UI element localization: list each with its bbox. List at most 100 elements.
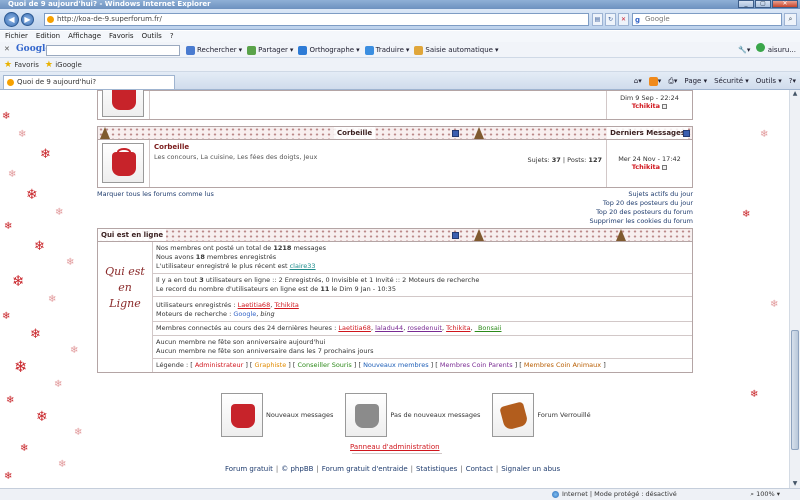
- google-spell-button[interactable]: Orthographe ▾: [298, 42, 360, 58]
- google-autofill-button[interactable]: Saisie automatique ▾: [414, 42, 498, 58]
- refresh-icon[interactable]: ↻: [605, 13, 616, 26]
- stats-text: L'utilisateur enregistré le plus récent …: [156, 262, 290, 270]
- scroll-up-icon[interactable]: ▲: [791, 90, 799, 98]
- no-new-posts-icon: [345, 393, 388, 437]
- goto-post-icon[interactable]: [662, 164, 668, 170]
- lastpost-author[interactable]: Tchikita: [607, 102, 692, 110]
- newest-member-link[interactable]: claire33: [290, 262, 316, 270]
- group-new-members-link[interactable]: Nouveaux membres: [363, 361, 429, 369]
- group-admin-link[interactable]: Administrateur: [195, 361, 243, 369]
- stats-members-line: Nous avons 18 membres enregistrés: [156, 253, 689, 262]
- home-icon[interactable]: ⌂▾: [634, 74, 642, 88]
- google-share-button[interactable]: Partager ▾: [247, 42, 293, 58]
- top-posters-day-link[interactable]: Top 20 des posteurs du jour: [589, 199, 693, 208]
- who-online-bar: Qui est en ligne: [97, 228, 693, 242]
- search-go-icon[interactable]: ⌕: [784, 13, 797, 26]
- menu-file[interactable]: Fichier: [5, 31, 28, 42]
- window-title: Quoi de 9 aujourd'hui? - Windows Interne…: [8, 0, 211, 8]
- user-link[interactable]: Laetitia68: [338, 324, 371, 332]
- print-icon[interactable]: ⎙▾: [668, 74, 677, 88]
- search-input[interactable]: g Google: [632, 13, 782, 26]
- vertical-scrollbar[interactable]: ▲ ▼: [789, 90, 800, 488]
- lastpost-user[interactable]: Tchikita: [632, 163, 660, 171]
- stop-icon[interactable]: ✕: [618, 13, 629, 26]
- user-link[interactable]: laladu44: [375, 324, 403, 332]
- forum-title-link[interactable]: Corbeille: [154, 143, 602, 151]
- birthday-today: Aucun membre ne fête son anniversaire au…: [156, 338, 326, 346]
- security-zone[interactable]: Internet | Mode protégé : désactivé: [552, 489, 677, 500]
- toolbar-close-icon[interactable]: ✕: [4, 45, 10, 53]
- tree-icon: [100, 127, 110, 139]
- tree-icon: [474, 229, 484, 241]
- goto-post-icon[interactable]: [662, 103, 668, 109]
- compat-view-icon[interactable]: ▤: [592, 13, 603, 26]
- menu-favorites[interactable]: Favoris: [109, 31, 134, 42]
- forum-stats-section: Nos membres ont posté un total de 1218 m…: [153, 242, 692, 274]
- user-link[interactable]: rosedenuit: [407, 324, 442, 332]
- menu-view[interactable]: Affichage: [68, 31, 101, 42]
- group-parents-link[interactable]: Membres Coin Parents: [440, 361, 513, 369]
- group-graphiste-link[interactable]: Graphiste: [255, 361, 287, 369]
- user-link[interactable]: _Bonsaii: [475, 324, 502, 332]
- wrench-icon[interactable]: 🔧▾: [738, 42, 750, 58]
- google-search-input[interactable]: [46, 45, 180, 56]
- security-menu[interactable]: Sécurité ▾: [714, 74, 749, 88]
- footer-link[interactable]: Contact: [466, 465, 493, 473]
- mark-all-read-link[interactable]: Marquer tous les forums comme lus: [97, 190, 214, 198]
- minimize-button[interactable]: _: [738, 0, 754, 8]
- menu-help[interactable]: ?: [170, 31, 174, 42]
- user-link[interactable]: Laetitia68: [238, 301, 271, 309]
- rss-icon[interactable]: ▾: [648, 74, 661, 88]
- group-conseiller-link[interactable]: Conseiller Souris: [298, 361, 352, 369]
- delete-cookies-link[interactable]: Supprimer les cookies du forum: [589, 217, 693, 226]
- stats-text: Nos membres ont posté un total de: [156, 244, 274, 252]
- footer-link[interactable]: © phpBB: [281, 465, 313, 473]
- igoogle-link[interactable]: ★ iGoogle: [45, 60, 82, 70]
- google-search-button[interactable]: Rechercher ▾: [186, 42, 242, 58]
- scroll-thumb[interactable]: [791, 330, 799, 450]
- lastpost-author[interactable]: Tchikita: [607, 163, 692, 171]
- group-animaux-link[interactable]: Membres Coin Animaux: [524, 361, 601, 369]
- legend-label: Légende :: [156, 361, 191, 369]
- snowflake-icon: ❄: [8, 169, 17, 180]
- bots-label: Moteurs de recherche :: [156, 310, 234, 318]
- sujets-label: Sujets: [527, 156, 548, 164]
- top-posters-forum-link[interactable]: Top 20 des posteurs du forum: [589, 208, 693, 217]
- snowflake-icon: ❄: [742, 209, 751, 220]
- icons-legend: Nouveaux messages Pas de nouveaux messag…: [221, 393, 591, 437]
- forum-area: Dim 9 Sep - 22:24 Tchikita Corbeille Der…: [97, 90, 693, 373]
- close-button[interactable]: ✕: [772, 0, 798, 8]
- tree-icon: [616, 229, 626, 241]
- back-button[interactable]: ◀: [4, 12, 19, 27]
- scroll-down-icon[interactable]: ▼: [791, 480, 799, 488]
- stats-newest-line: L'utilisateur enregistré le plus récent …: [156, 262, 689, 271]
- user-link[interactable]: Tchikita: [274, 301, 298, 309]
- google-translate-button[interactable]: Traduire ▾: [364, 42, 409, 58]
- zoom-level[interactable]: ⌕ 100% ▾: [750, 489, 780, 500]
- footer-link[interactable]: Forum gratuit d'entraide: [322, 465, 408, 473]
- menu-tools[interactable]: Outils: [142, 31, 162, 42]
- page-menu[interactable]: Page ▾: [684, 74, 707, 88]
- google-account[interactable]: aisuru...: [756, 42, 796, 58]
- admin-panel-link[interactable]: Panneau d'administration: [350, 443, 440, 451]
- user-link[interactable]: Tchikita: [446, 324, 470, 332]
- forward-button[interactable]: ▶: [21, 13, 34, 26]
- footer-link[interactable]: Forum gratuit: [225, 465, 273, 473]
- menu-edit[interactable]: Edition: [36, 31, 60, 42]
- maximize-button[interactable]: ▢: [755, 0, 771, 8]
- who-online-body: Nos membres ont posté un total de 1218 m…: [153, 242, 692, 372]
- footer-link[interactable]: Statistiques: [416, 465, 457, 473]
- favorites-button[interactable]: ★ Favoris: [4, 60, 39, 70]
- active-topics-link[interactable]: Sujets actifs du jour: [589, 190, 693, 199]
- footer-link[interactable]: Signaler un abus: [501, 465, 560, 473]
- tab-current[interactable]: Quoi de 9 aujourd'hui?: [3, 75, 175, 89]
- category-title[interactable]: Corbeille: [334, 127, 376, 139]
- online-users-section: Utilisateurs enregistrés : Laetitia68, T…: [153, 297, 692, 322]
- spellcheck-icon: [298, 45, 308, 55]
- url-field[interactable]: http://koa-de-9.superforum.fr/: [44, 13, 589, 26]
- help-icon[interactable]: ?▾: [789, 74, 796, 88]
- lastpost-user[interactable]: Tchikita: [632, 102, 660, 110]
- google-toolbar-right: 🔧▾ aisuru...: [738, 42, 796, 58]
- address-bar: ◀ ▶ http://koa-de-9.superforum.fr/ ▤ ↻ ✕…: [0, 9, 800, 30]
- tools-menu[interactable]: Outils ▾: [756, 74, 782, 88]
